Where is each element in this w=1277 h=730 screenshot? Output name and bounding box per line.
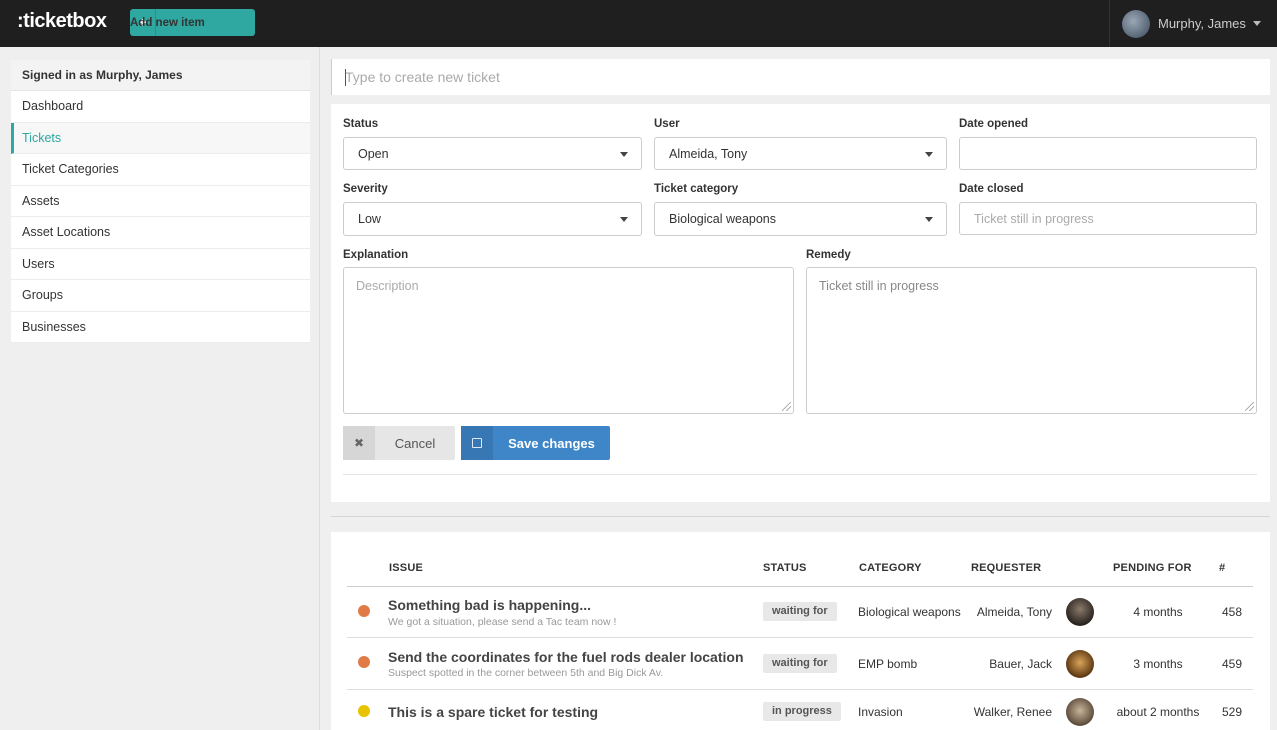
column-header-issue[interactable]: ISSUE — [389, 562, 423, 574]
cancel-label: Cancel — [394, 435, 436, 451]
user-menu-name: Murphy, James — [1158, 16, 1246, 31]
remedy-textarea[interactable]: Ticket still in progress — [806, 267, 1257, 414]
add-new-item-label: Add new item — [130, 16, 205, 29]
sidebar-item-dashboard[interactable]: Dashboard — [11, 91, 310, 123]
column-header-status[interactable]: STATUS — [763, 562, 807, 574]
sidebar-item-users[interactable]: Users — [11, 249, 310, 280]
ticket-id: 459 — [1222, 657, 1243, 671]
ticket-requester: Bauer, Jack — [989, 657, 1052, 671]
priority-dot — [358, 705, 370, 717]
ticket-subtitle: We got a situation, please send a Tac te… — [388, 616, 617, 628]
column-header-pending-for[interactable]: PENDING FOR — [1113, 562, 1192, 574]
priority-dot — [358, 605, 370, 617]
requester-avatar — [1066, 698, 1094, 726]
ticket-title[interactable]: Send the coordinates for the fuel rods d… — [388, 649, 744, 665]
close-icon: ✖ — [343, 426, 375, 460]
status-value: Open — [358, 146, 389, 161]
user-label: User — [654, 118, 680, 130]
ticket-id: 529 — [1222, 705, 1243, 719]
table-row[interactable]: Something bad is happening... We got a s… — [347, 587, 1253, 638]
status-badge: waiting for — [763, 602, 837, 621]
ticket-subtitle: Suspect spotted in the corner between 5t… — [388, 667, 664, 679]
explanation-placeholder: Description — [356, 279, 419, 293]
floppy-disk-icon — [461, 426, 493, 460]
status-badge: in progress — [763, 702, 841, 721]
ticket-title[interactable]: This is a spare ticket for testing — [388, 704, 598, 720]
text-cursor — [345, 69, 346, 86]
ticket-category: Invasion — [858, 705, 903, 719]
column-header-category[interactable]: CATEGORY — [859, 562, 922, 574]
ticket-pending-for: 3 months — [1133, 657, 1183, 671]
user-avatar — [1122, 9, 1150, 38]
status-label: Status — [343, 118, 379, 130]
ticket-pending-for: about 2 months — [1116, 705, 1200, 719]
sidebar-item-assets[interactable]: Assets — [11, 186, 310, 217]
signed-in-label: Signed in as Murphy, James — [11, 60, 310, 91]
chevron-down-icon — [620, 217, 628, 222]
user-select[interactable]: Almeida, Tony — [654, 137, 947, 170]
table-row[interactable]: This is a spare ticket for testing in pr… — [347, 691, 1253, 730]
save-changes-button[interactable]: Save changes — [461, 426, 610, 460]
date-closed-label: Date closed — [959, 183, 1024, 195]
severity-value: Low — [358, 212, 381, 226]
save-changes-label: Save changes — [508, 435, 595, 451]
user-value: Almeida, Tony — [669, 146, 748, 161]
priority-dot — [358, 656, 370, 668]
cancel-button[interactable]: ✖ Cancel — [343, 426, 455, 460]
ticket-category: Biological weapons — [858, 605, 961, 619]
chevron-down-icon — [1252, 21, 1261, 26]
chevron-down-icon — [925, 152, 933, 157]
severity-select[interactable]: Low — [343, 202, 642, 236]
explanation-label: Explanation — [343, 249, 409, 261]
sidebar: Signed in as Murphy, James Dashboard Tic… — [0, 47, 320, 730]
sidebar-item-asset-locations[interactable]: Asset Locations — [11, 217, 310, 249]
remedy-label: Remedy — [806, 249, 851, 261]
add-new-item-button[interactable]: + Add new item — [130, 9, 255, 36]
ticket-requester: Walker, Renee — [973, 705, 1052, 719]
ticket-id: 458 — [1222, 605, 1243, 619]
column-header-id[interactable]: # — [1219, 562, 1225, 574]
requester-avatar — [1066, 650, 1094, 678]
severity-label: Severity — [343, 183, 388, 195]
ticket-pending-for: 4 months — [1133, 605, 1183, 619]
section-divider — [331, 516, 1270, 517]
sidebar-item-tickets[interactable]: Tickets — [11, 122, 310, 154]
date-opened-label: Date opened — [959, 118, 1029, 130]
resize-handle-icon[interactable] — [782, 402, 791, 411]
new-ticket-input[interactable] — [332, 59, 1270, 95]
ticket-title[interactable]: Something bad is happening... — [388, 597, 591, 613]
date-opened-field[interactable] — [959, 137, 1257, 170]
form-divider — [343, 474, 1257, 475]
ticket-category-value: Biological weapons — [669, 212, 777, 226]
resize-handle-icon[interactable] — [1245, 402, 1254, 411]
remedy-placeholder: Ticket still in progress — [819, 279, 939, 293]
table-row[interactable]: Send the coordinates for the fuel rods d… — [347, 639, 1253, 690]
sidebar-nav: Signed in as Murphy, James Dashboard Tic… — [11, 60, 310, 343]
chevron-down-icon — [620, 152, 628, 157]
status-badge: waiting for — [763, 654, 837, 673]
ticket-category-label: Ticket category — [654, 183, 739, 195]
date-closed-field[interactable]: Ticket still in progress — [959, 202, 1257, 235]
new-ticket-bar — [331, 59, 1270, 95]
ticket-category: EMP bomb — [858, 657, 918, 671]
requester-avatar — [1066, 598, 1094, 626]
column-header-requester[interactable]: REQUESTER — [971, 562, 1041, 574]
sidebar-item-ticket-categories[interactable]: Ticket Categories — [11, 154, 310, 186]
sidebar-item-businesses[interactable]: Businesses — [11, 312, 310, 343]
top-navbar: :ticketbox + Add new item Murphy, James — [0, 0, 1277, 47]
explanation-textarea[interactable]: Description — [343, 267, 794, 414]
date-closed-placeholder: Ticket still in progress — [974, 211, 1094, 226]
user-menu[interactable]: Murphy, James — [1109, 0, 1277, 47]
chevron-down-icon — [925, 217, 933, 222]
app-logo[interactable]: :ticketbox — [17, 10, 107, 33]
status-select[interactable]: Open — [343, 137, 642, 170]
ticket-requester: Almeida, Tony — [976, 605, 1052, 619]
ticket-category-select[interactable]: Biological weapons — [654, 202, 947, 236]
sidebar-item-groups[interactable]: Groups — [11, 280, 310, 312]
